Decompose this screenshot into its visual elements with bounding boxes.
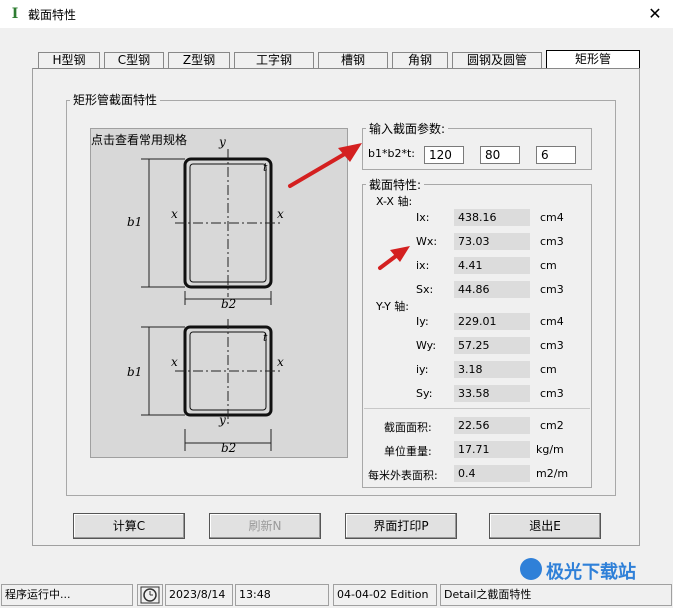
watermark-logo-icon bbox=[520, 558, 542, 580]
status-time: 13:48 bbox=[235, 584, 329, 606]
calculate-button[interactable]: 计算C bbox=[73, 513, 185, 539]
status-version: 04-04-02 Edition bbox=[333, 584, 437, 606]
refresh-button[interactable]: 刷新N bbox=[209, 513, 321, 539]
clock-icon bbox=[137, 584, 163, 606]
print-screen-button[interactable]: 界面打印P bbox=[345, 513, 457, 539]
watermark-text: 极光下载站 bbox=[546, 562, 636, 583]
status-date: 2023/8/14 bbox=[165, 584, 233, 606]
status-module: Detail之截面特性 bbox=[440, 584, 672, 606]
status-text: 程序运行中... bbox=[1, 584, 133, 606]
exit-button[interactable]: 退出E bbox=[489, 513, 601, 539]
